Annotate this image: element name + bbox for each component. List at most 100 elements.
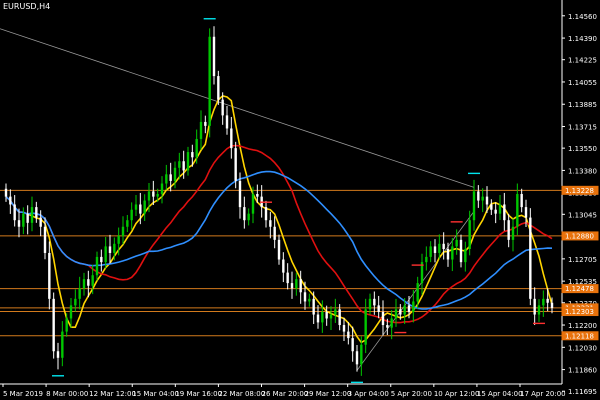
- candle-body: [472, 191, 476, 221]
- candle[interactable]: [208, 28, 211, 138]
- candle-body: [399, 309, 402, 315]
- candle-body: [117, 235, 120, 244]
- candle-body: [490, 204, 493, 210]
- candle-body: [455, 239, 458, 247]
- candle-body: [459, 239, 463, 263]
- candle-body: [139, 204, 142, 214]
- price-level-tag-label: 1.12118: [565, 332, 594, 340]
- candle-body: [438, 243, 441, 253]
- candle-body: [134, 204, 138, 210]
- candle-body: [126, 220, 129, 227]
- candle-body: [290, 283, 294, 289]
- candle-body: [195, 138, 198, 158]
- candle-body: [524, 207, 528, 218]
- time-tick-label: 8 Mar 00:00: [46, 390, 88, 398]
- candle-body: [43, 226, 47, 253]
- candle-body: [173, 167, 177, 181]
- candle-body: [160, 183, 164, 194]
- symbol-title: EURUSD,H4: [3, 2, 51, 11]
- chart-window[interactable]: 1.14560 1.14390 1.14225 1.14055 1.13885 1.137…: [0, 0, 600, 400]
- price-tick-label: 1.14390: [568, 35, 597, 43]
- candle-body: [156, 194, 159, 197]
- candle-body: [433, 246, 437, 253]
- time-tick-label: 5 Apr 20:00: [391, 390, 432, 398]
- candle-body: [26, 213, 29, 223]
- candle-body: [178, 161, 181, 168]
- candle-body: [234, 148, 237, 181]
- price-tick-label: 1.14225: [568, 57, 597, 65]
- candle-body: [451, 246, 454, 260]
- candle-body: [230, 128, 233, 149]
- candle-body: [65, 318, 68, 332]
- candle-body: [390, 318, 393, 328]
- price-level-tag-label: 1.12880: [565, 232, 594, 240]
- price-tick-label: 1.14560: [568, 13, 597, 21]
- candle-body: [329, 314, 333, 319]
- candle-body: [412, 301, 415, 312]
- candle-body: [212, 36, 216, 77]
- candle-body: [169, 174, 172, 181]
- candle-body: [303, 292, 307, 302]
- candle-body: [529, 217, 532, 299]
- candle-body: [351, 338, 354, 352]
- candle-body: [69, 305, 73, 319]
- candle-body: [282, 259, 285, 273]
- candle-body: [78, 288, 81, 299]
- candle-body: [221, 99, 224, 116]
- candle-body: [61, 331, 64, 358]
- candle-body: [35, 207, 38, 218]
- candle-body: [498, 204, 502, 214]
- price-tick-label: 1.13380: [568, 167, 597, 175]
- time-tick-label: 10 Apr 12:00: [434, 390, 480, 398]
- candle-body: [225, 115, 229, 129]
- time-tick-label: 22 Mar 08:00: [218, 390, 265, 398]
- candle-body: [464, 249, 467, 263]
- candle-body: [238, 180, 242, 208]
- candle-body: [82, 279, 86, 289]
- candle-body: [152, 191, 155, 197]
- price-tick-label: 1.12705: [568, 256, 597, 264]
- candle-body: [299, 279, 302, 293]
- candle-body: [91, 275, 94, 286]
- time-tick-label: 3 Apr 04:00: [348, 390, 389, 398]
- candle-body: [416, 283, 419, 302]
- candle-body: [199, 121, 203, 139]
- candle-body: [295, 279, 298, 289]
- candle-body: [377, 305, 380, 312]
- price-level-tag-label: 1.12478: [565, 285, 594, 293]
- price-tick-label: 1.11695: [568, 388, 597, 396]
- candle-body: [394, 309, 398, 319]
- candle-body: [273, 226, 276, 240]
- time-tick-label: 19 Mar 16:00: [175, 390, 222, 398]
- candle-body: [381, 311, 385, 326]
- price-tick-label: 1.11860: [568, 367, 597, 375]
- time-tick-label: 26 Mar 20:00: [262, 390, 309, 398]
- candle-body: [312, 298, 315, 315]
- candle-body: [355, 351, 359, 365]
- candle-body: [321, 311, 324, 323]
- candle-body: [429, 246, 432, 257]
- candle-body: [542, 298, 545, 306]
- candle-body: [147, 191, 151, 201]
- candle-body: [403, 305, 406, 315]
- candle-body: [30, 207, 34, 223]
- time-tick-label: 5 Mar 2019: [3, 390, 43, 398]
- candle-body: [95, 256, 99, 276]
- candle-body: [511, 226, 515, 240]
- candle-body: [446, 249, 450, 260]
- candle-body: [503, 204, 506, 221]
- candle-body: [334, 309, 337, 315]
- candle-body: [407, 305, 411, 312]
- price-tick-label: 1.13885: [568, 101, 597, 109]
- candle[interactable]: [52, 292, 55, 359]
- candle-body: [9, 196, 12, 205]
- time-tick-label: 17 Apr 20:00: [520, 390, 566, 398]
- price-chart[interactable]: 1.14560 1.14390 1.14225 1.14055 1.13885 1.137…: [0, 0, 600, 400]
- candle-body: [425, 256, 428, 263]
- candle-body: [121, 226, 125, 236]
- candle-body: [477, 191, 480, 201]
- candle-body: [208, 36, 211, 126]
- candle-body: [386, 325, 389, 328]
- candle[interactable]: [529, 208, 532, 306]
- candle-body: [108, 246, 112, 253]
